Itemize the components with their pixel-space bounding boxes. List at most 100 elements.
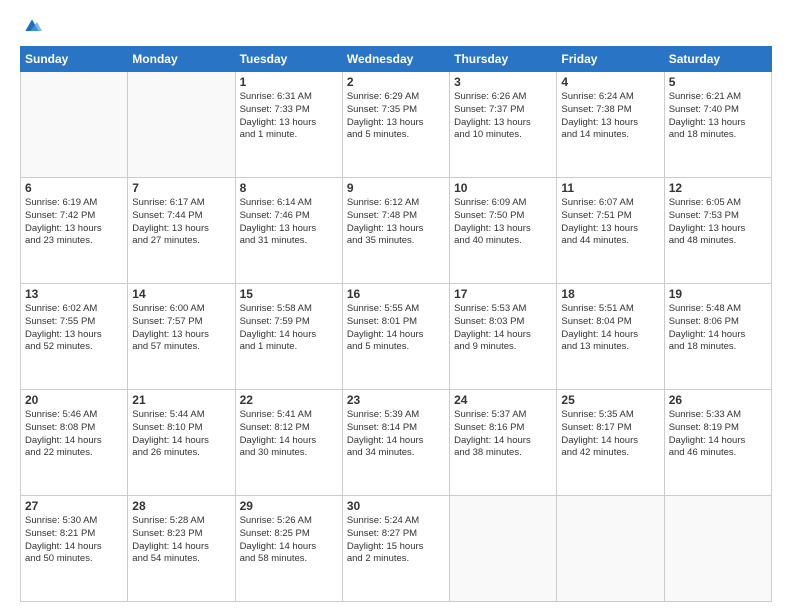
week-row-4: 27 Sunrise: 5:30 AM Sunset: 8:21 PM Dayli… bbox=[21, 496, 772, 602]
day-number: 28 bbox=[132, 499, 230, 513]
day-info: Sunrise: 6:29 AM Sunset: 7:35 PM Dayligh… bbox=[347, 91, 445, 142]
calendar-cell bbox=[557, 496, 664, 602]
calendar-cell: 30Sunrise: 5:24 AM Sunset: 8:27 PM Dayli… bbox=[342, 496, 449, 602]
calendar-cell: 18 Sunrise: 5:51 AM Sunset: 8:04 PM Dayli… bbox=[557, 284, 664, 390]
day-info: Sunrise: 6:21 AM Sunset: 7:40 PM Dayligh… bbox=[669, 91, 767, 142]
day-info: Sunrise: 5:58 AM Sunset: 7:59 PM Dayligh… bbox=[240, 303, 338, 354]
calendar-cell: 22Sunrise: 5:41 AM Sunset: 8:12 PM Dayli… bbox=[235, 390, 342, 496]
calendar-cell: 11Sunrise: 6:07 AM Sunset: 7:51 PM Dayli… bbox=[557, 178, 664, 284]
day-number: 18 bbox=[561, 287, 659, 301]
day-number: 27 bbox=[25, 499, 123, 513]
calendar-cell: 28Sunrise: 5:28 AM Sunset: 8:23 PM Dayli… bbox=[128, 496, 235, 602]
day-number: 30 bbox=[347, 499, 445, 513]
weekday-thursday: Thursday bbox=[450, 47, 557, 72]
calendar-cell: 14 Sunrise: 6:00 AM Sunset: 7:57 PM Dayli… bbox=[128, 284, 235, 390]
day-info: Sunrise: 6:09 AM Sunset: 7:50 PM Dayligh… bbox=[454, 197, 552, 248]
calendar-cell: 25 Sunrise: 5:35 AM Sunset: 8:17 PM Dayli… bbox=[557, 390, 664, 496]
page: SundayMondayTuesdayWednesdayThursdayFrid… bbox=[0, 0, 792, 612]
day-info: Sunrise: 6:14 AM Sunset: 7:46 PM Dayligh… bbox=[240, 197, 338, 248]
weekday-tuesday: Tuesday bbox=[235, 47, 342, 72]
day-info: Sunrise: 5:46 AM Sunset: 8:08 PM Dayligh… bbox=[25, 409, 123, 460]
calendar-cell: 9 Sunrise: 6:12 AM Sunset: 7:48 PM Daylig… bbox=[342, 178, 449, 284]
logo-text bbox=[20, 16, 42, 36]
calendar-cell: 27 Sunrise: 5:30 AM Sunset: 8:21 PM Dayli… bbox=[21, 496, 128, 602]
day-info: Sunrise: 5:51 AM Sunset: 8:04 PM Dayligh… bbox=[561, 303, 659, 354]
day-info: Sunrise: 6:24 AM Sunset: 7:38 PM Dayligh… bbox=[561, 91, 659, 142]
day-number: 19 bbox=[669, 287, 767, 301]
calendar-cell bbox=[128, 72, 235, 178]
day-number: 2 bbox=[347, 75, 445, 89]
day-info: Sunrise: 6:05 AM Sunset: 7:53 PM Dayligh… bbox=[669, 197, 767, 248]
day-number: 1 bbox=[240, 75, 338, 89]
day-number: 10 bbox=[454, 181, 552, 195]
week-row-0: 1Sunrise: 6:31 AM Sunset: 7:33 PM Daylig… bbox=[21, 72, 772, 178]
day-info: Sunrise: 6:26 AM Sunset: 7:37 PM Dayligh… bbox=[454, 91, 552, 142]
day-number: 13 bbox=[25, 287, 123, 301]
day-number: 20 bbox=[25, 393, 123, 407]
calendar-cell: 17 Sunrise: 5:53 AM Sunset: 8:03 PM Dayli… bbox=[450, 284, 557, 390]
day-number: 17 bbox=[454, 287, 552, 301]
week-row-2: 13Sunrise: 6:02 AM Sunset: 7:55 PM Dayli… bbox=[21, 284, 772, 390]
day-number: 26 bbox=[669, 393, 767, 407]
day-number: 9 bbox=[347, 181, 445, 195]
weekday-sunday: Sunday bbox=[21, 47, 128, 72]
week-row-3: 20 Sunrise: 5:46 AM Sunset: 8:08 PM Dayli… bbox=[21, 390, 772, 496]
calendar-cell bbox=[664, 496, 771, 602]
calendar-cell: 1Sunrise: 6:31 AM Sunset: 7:33 PM Daylig… bbox=[235, 72, 342, 178]
day-info: Sunrise: 5:41 AM Sunset: 8:12 PM Dayligh… bbox=[240, 409, 338, 460]
day-number: 8 bbox=[240, 181, 338, 195]
day-number: 25 bbox=[561, 393, 659, 407]
day-info: Sunrise: 5:48 AM Sunset: 8:06 PM Dayligh… bbox=[669, 303, 767, 354]
calendar-cell: 13Sunrise: 6:02 AM Sunset: 7:55 PM Dayli… bbox=[21, 284, 128, 390]
day-info: Sunrise: 5:33 AM Sunset: 8:19 PM Dayligh… bbox=[669, 409, 767, 460]
calendar-cell: 5 Sunrise: 6:21 AM Sunset: 7:40 PM Daylig… bbox=[664, 72, 771, 178]
weekday-monday: Monday bbox=[128, 47, 235, 72]
day-number: 12 bbox=[669, 181, 767, 195]
logo bbox=[20, 16, 42, 36]
day-number: 21 bbox=[132, 393, 230, 407]
day-info: Sunrise: 6:17 AM Sunset: 7:44 PM Dayligh… bbox=[132, 197, 230, 248]
day-number: 11 bbox=[561, 181, 659, 195]
day-number: 5 bbox=[669, 75, 767, 89]
calendar-cell: 10 Sunrise: 6:09 AM Sunset: 7:50 PM Dayli… bbox=[450, 178, 557, 284]
day-info: Sunrise: 6:12 AM Sunset: 7:48 PM Dayligh… bbox=[347, 197, 445, 248]
calendar-cell: 19 Sunrise: 5:48 AM Sunset: 8:06 PM Dayli… bbox=[664, 284, 771, 390]
calendar-cell: 15Sunrise: 5:58 AM Sunset: 7:59 PM Dayli… bbox=[235, 284, 342, 390]
day-number: 29 bbox=[240, 499, 338, 513]
calendar-cell: 12 Sunrise: 6:05 AM Sunset: 7:53 PM Dayli… bbox=[664, 178, 771, 284]
day-info: Sunrise: 5:35 AM Sunset: 8:17 PM Dayligh… bbox=[561, 409, 659, 460]
day-info: Sunrise: 6:00 AM Sunset: 7:57 PM Dayligh… bbox=[132, 303, 230, 354]
calendar-cell: 21 Sunrise: 5:44 AM Sunset: 8:10 PM Dayli… bbox=[128, 390, 235, 496]
calendar-cell: 8 Sunrise: 6:14 AM Sunset: 7:46 PM Daylig… bbox=[235, 178, 342, 284]
week-row-1: 6Sunrise: 6:19 AM Sunset: 7:42 PM Daylig… bbox=[21, 178, 772, 284]
day-number: 7 bbox=[132, 181, 230, 195]
day-number: 4 bbox=[561, 75, 659, 89]
calendar-cell: 23Sunrise: 5:39 AM Sunset: 8:14 PM Dayli… bbox=[342, 390, 449, 496]
day-info: Sunrise: 5:30 AM Sunset: 8:21 PM Dayligh… bbox=[25, 515, 123, 566]
calendar-table: SundayMondayTuesdayWednesdayThursdayFrid… bbox=[20, 46, 772, 602]
header bbox=[20, 16, 772, 36]
calendar-cell: 29 Sunrise: 5:26 AM Sunset: 8:25 PM Dayli… bbox=[235, 496, 342, 602]
day-info: Sunrise: 6:19 AM Sunset: 7:42 PM Dayligh… bbox=[25, 197, 123, 248]
day-info: Sunrise: 5:55 AM Sunset: 8:01 PM Dayligh… bbox=[347, 303, 445, 354]
day-info: Sunrise: 5:53 AM Sunset: 8:03 PM Dayligh… bbox=[454, 303, 552, 354]
day-info: Sunrise: 5:44 AM Sunset: 8:10 PM Dayligh… bbox=[132, 409, 230, 460]
day-info: Sunrise: 5:26 AM Sunset: 8:25 PM Dayligh… bbox=[240, 515, 338, 566]
day-info: Sunrise: 5:39 AM Sunset: 8:14 PM Dayligh… bbox=[347, 409, 445, 460]
calendar-cell: 6Sunrise: 6:19 AM Sunset: 7:42 PM Daylig… bbox=[21, 178, 128, 284]
calendar-cell: 7 Sunrise: 6:17 AM Sunset: 7:44 PM Daylig… bbox=[128, 178, 235, 284]
weekday-friday: Friday bbox=[557, 47, 664, 72]
calendar-cell: 26 Sunrise: 5:33 AM Sunset: 8:19 PM Dayli… bbox=[664, 390, 771, 496]
calendar-cell: 4 Sunrise: 6:24 AM Sunset: 7:38 PM Daylig… bbox=[557, 72, 664, 178]
weekday-header-row: SundayMondayTuesdayWednesdayThursdayFrid… bbox=[21, 47, 772, 72]
day-number: 24 bbox=[454, 393, 552, 407]
calendar-cell: 3Sunrise: 6:26 AM Sunset: 7:37 PM Daylig… bbox=[450, 72, 557, 178]
logo-icon bbox=[22, 16, 42, 36]
calendar-cell: 20 Sunrise: 5:46 AM Sunset: 8:08 PM Dayli… bbox=[21, 390, 128, 496]
weekday-wednesday: Wednesday bbox=[342, 47, 449, 72]
calendar-cell bbox=[450, 496, 557, 602]
day-number: 14 bbox=[132, 287, 230, 301]
calendar-cell: 24Sunrise: 5:37 AM Sunset: 8:16 PM Dayli… bbox=[450, 390, 557, 496]
day-number: 16 bbox=[347, 287, 445, 301]
calendar-cell bbox=[21, 72, 128, 178]
